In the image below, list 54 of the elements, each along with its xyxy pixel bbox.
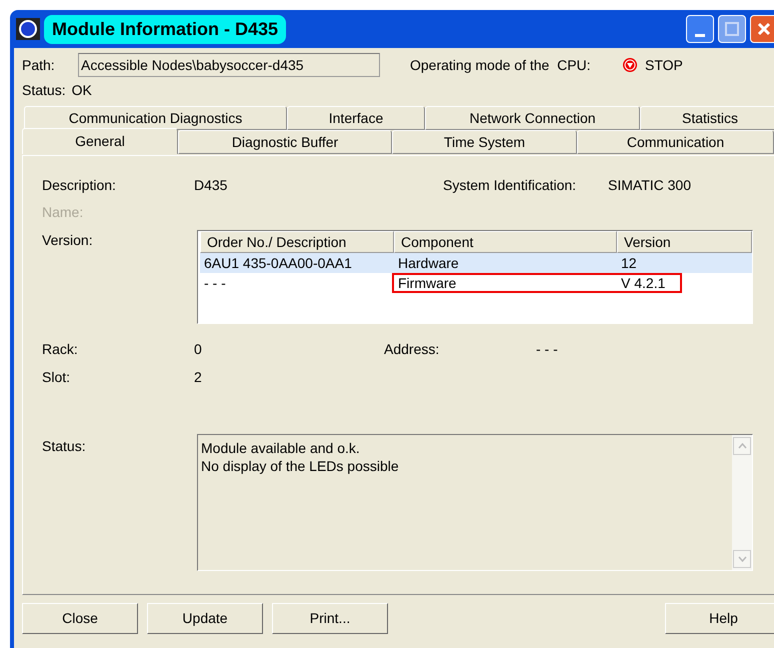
column-header[interactable]: Version — [617, 231, 752, 253]
tab[interactable]: Diagnostic Buffer — [178, 130, 392, 154]
table-cell-text: V 4.2.1 — [620, 275, 666, 291]
scroll-down-icon[interactable] — [733, 550, 751, 568]
description-value: D435 — [194, 176, 228, 194]
dialog-button[interactable]: Update — [147, 603, 263, 634]
tab[interactable]: Time System — [392, 130, 577, 154]
description-label: Description: — [42, 176, 117, 195]
version-label: Version: — [42, 231, 94, 250]
tab[interactable]: Communication — [577, 130, 774, 154]
info-icon — [16, 18, 40, 40]
table-cell-text: Firmware — [397, 275, 458, 291]
tab[interactable]: Interface — [287, 106, 425, 130]
table-cell-text: Hardware — [397, 255, 460, 271]
tab[interactable]: Communication Diagnostics — [24, 106, 287, 130]
rack-value: 0 — [194, 340, 203, 358]
status-label: Status: — [22, 80, 66, 100]
rack-label: Rack: — [42, 340, 79, 358]
status-value: OK — [72, 80, 92, 100]
status-text-area[interactable]: Module available and o.k. No display of the LEDs possible — [197, 434, 753, 571]
scrollbar[interactable] — [732, 435, 752, 570]
status-text-line: No display of the LEDs possible — [201, 457, 400, 475]
dialog-button[interactable]: Print... — [272, 603, 388, 634]
dialog-button[interactable]: Help — [665, 603, 774, 634]
tab[interactable]: Network Connection — [425, 106, 640, 130]
maximize-button[interactable] — [718, 15, 746, 43]
table-cell-text: 6AU1 435-0AA00-0AA1 — [203, 254, 353, 272]
path-field: Accessible Nodes\babysoccer-d435 — [78, 53, 380, 77]
address-value: - - - — [536, 340, 558, 358]
table-cell-text: 12 — [620, 255, 638, 271]
operating-mode-value: STOP — [645, 56, 683, 74]
slot-value: 2 — [194, 368, 202, 386]
system-identification-value: SIMATIC 300 — [608, 176, 691, 194]
minimize-button[interactable] — [686, 15, 714, 43]
column-header[interactable]: Order No./ Description — [200, 231, 394, 253]
slot-label: Slot: — [42, 368, 72, 386]
table-row[interactable]: 6AU1 435-0AA00-0AA1 Hardware 12 — [200, 253, 752, 273]
tab[interactable]: General — [22, 128, 178, 154]
window-title: Module Information - D435 — [44, 14, 286, 44]
tab[interactable]: Statistics — [640, 106, 774, 130]
close-button[interactable] — [750, 15, 774, 43]
table-cell-text: - - - — [203, 274, 227, 292]
status-text-line: Module available and o.k. — [201, 439, 361, 457]
status-label: Status: — [42, 437, 87, 454]
scroll-up-icon[interactable] — [733, 437, 751, 455]
close-icon — [757, 22, 771, 36]
dialog-button[interactable]: Close — [22, 603, 138, 634]
stop-icon — [622, 57, 638, 73]
operating-mode-label: Operating mode of the CPU: — [410, 56, 592, 75]
system-identification-label: System Identification: — [443, 176, 578, 195]
name-label: Name: — [42, 203, 84, 222]
address-label: Address: — [384, 340, 440, 358]
path-label: Path: — [22, 56, 56, 74]
column-header[interactable]: Component — [394, 231, 617, 253]
